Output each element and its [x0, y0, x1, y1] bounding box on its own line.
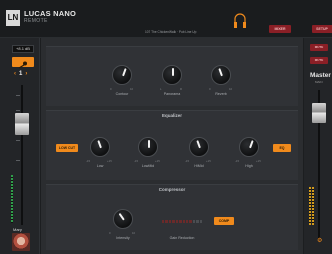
app-title: LUCAS NANO: [24, 9, 76, 18]
fader-tick: [16, 160, 20, 161]
equalizer-title: Equalizer: [161, 113, 182, 118]
logo: LN: [6, 10, 20, 26]
eq-lowmid-knob[interactable]: [138, 137, 158, 157]
eq-high-knob[interactable]: [239, 137, 259, 157]
eq-himid-min: -15: [185, 159, 190, 163]
master-title: Master: [310, 72, 331, 79]
avatar[interactable]: [12, 233, 30, 251]
gain-reduction-label: Gain Reduction: [169, 236, 195, 240]
compressor-title: Compressor: [158, 187, 186, 192]
eq-lowmid-min: -15: [134, 159, 139, 163]
eq-himid-label: HiMid: [194, 164, 204, 168]
headphones-icon[interactable]: [233, 13, 247, 31]
intensity-min: 0: [109, 231, 111, 235]
mixer-button[interactable]: MIXER: [269, 25, 291, 33]
contour-knob[interactable]: [112, 65, 132, 85]
fader-tick: [16, 140, 20, 141]
gain-reduction-meter: [162, 220, 203, 223]
channel-selector[interactable]: ‹ 1 ›: [14, 71, 27, 77]
intensity-max: 10: [132, 231, 136, 235]
top-bar: LN LUCAS NANO REMOTE 107 The ChickenWalk…: [0, 0, 332, 38]
eq-low-min: -15: [86, 159, 91, 163]
channel-level-meter: [11, 175, 13, 223]
comp-button[interactable]: COMP: [214, 217, 234, 225]
reverb-min: 0: [209, 87, 211, 91]
reverb-max: 10: [229, 87, 233, 91]
contour-max: 10: [130, 87, 134, 91]
reverb-knob[interactable]: [211, 65, 231, 85]
low-cut-button[interactable]: LOW CUT: [56, 144, 78, 152]
mute-button-2[interactable]: MUTE: [310, 57, 328, 64]
eq-low-knob[interactable]: [90, 137, 110, 157]
channel-number: 1: [19, 71, 23, 77]
equalizer-section: Equalizer LOW CUT -15 +15 Low -15 +15 Lo…: [46, 110, 298, 180]
channel-settings-panel: 0 10 Contour L R Panorama 0 10 Reverb Eq…: [41, 38, 303, 254]
song-title: 107 The ChickenWalk · Pub Line Up: [145, 30, 197, 34]
panorama-min: L: [160, 87, 162, 91]
panorama-max: R: [180, 87, 183, 91]
eq-lowmid-max: +15: [155, 159, 160, 163]
eq-lowmid-label: LowMid: [141, 164, 155, 168]
contour-label: Contour: [115, 92, 129, 96]
intensity-label: Intensity: [116, 236, 130, 240]
gear-icon[interactable]: ⚙: [317, 237, 322, 244]
eq-high-label: High: [245, 164, 253, 168]
panorama-label: Panorama: [163, 92, 181, 96]
fader-tick: [16, 95, 20, 96]
microphone-button[interactable]: [12, 57, 34, 69]
eq-high-max: +15: [256, 159, 261, 163]
panorama-knob[interactable]: [162, 65, 182, 85]
eq-himid-max: +15: [206, 159, 211, 163]
prev-channel-icon[interactable]: ‹: [14, 71, 16, 77]
channel-fader-handle[interactable]: [15, 113, 29, 135]
reverb-label: Reverb: [215, 92, 227, 96]
fader-tick: [16, 110, 20, 111]
next-channel-icon[interactable]: ›: [25, 71, 27, 77]
eq-high-min: -15: [235, 159, 240, 163]
setup-button[interactable]: SETUP: [312, 25, 332, 33]
eq-himid-knob[interactable]: [189, 137, 209, 157]
channel-name: Mary: [13, 227, 22, 232]
eq-low-max: +15: [107, 159, 112, 163]
master-meter-left: [309, 187, 311, 225]
eq-low-label: Low: [96, 164, 104, 168]
compressor-section: Compressor 0 10 Intensity Gain Reduction…: [46, 184, 298, 250]
master-meter-right: [312, 187, 314, 225]
app-subtitle: REMOTE: [24, 18, 48, 24]
mute-button[interactable]: MUTE: [310, 44, 328, 51]
master-fader-handle[interactable]: [312, 103, 326, 123]
fx-section: 0 10 Contour L R Panorama 0 10 Reverb: [46, 46, 298, 106]
channel-fader-track[interactable]: [21, 85, 23, 225]
microphone-icon: [18, 61, 27, 69]
master-subtitle: MAIN: [315, 80, 323, 84]
gain-readout[interactable]: +8.1 dB: [12, 45, 34, 53]
contour-min: 0: [110, 87, 112, 91]
intensity-knob[interactable]: [113, 209, 133, 229]
eq-button[interactable]: EQ: [273, 144, 291, 152]
